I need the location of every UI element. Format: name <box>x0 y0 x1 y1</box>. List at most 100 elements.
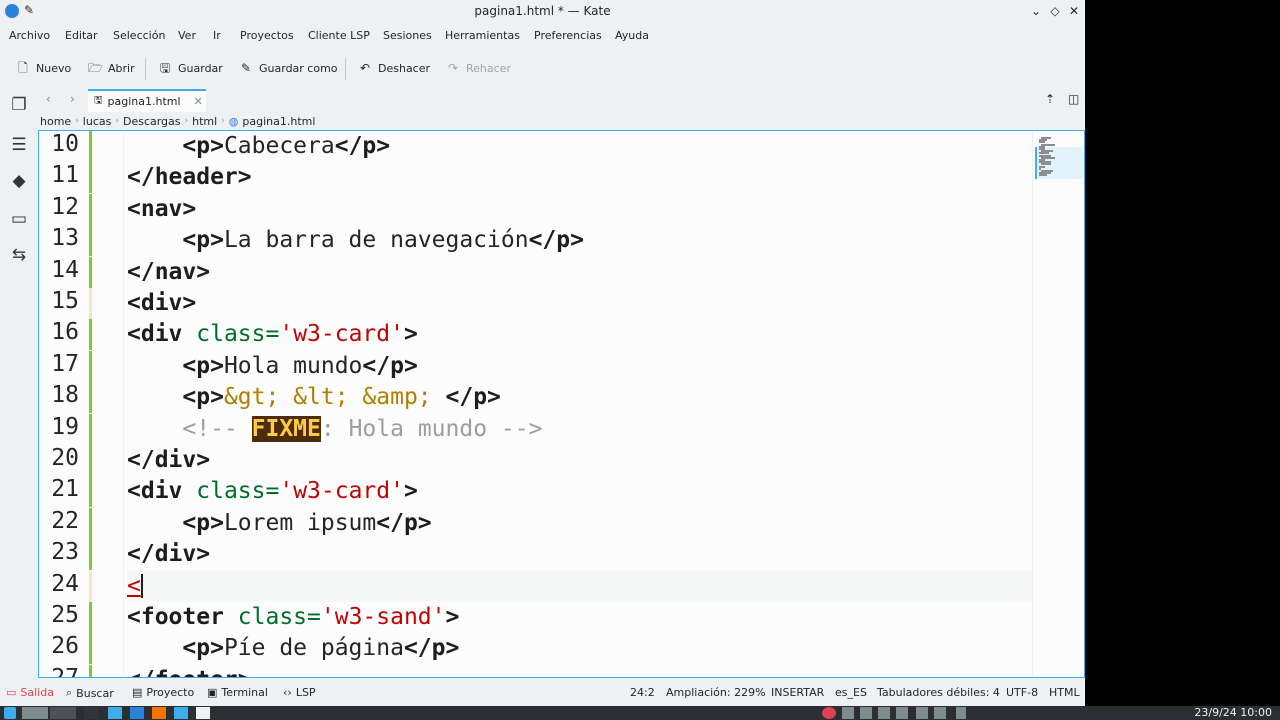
tray-icon[interactable] <box>822 707 836 719</box>
close-window-button[interactable]: ✕ <box>1065 2 1083 20</box>
git-icon[interactable]: ◆ <box>8 170 30 192</box>
kate-task-icon[interactable] <box>196 707 210 719</box>
close-tab-icon[interactable]: ✕ <box>194 95 203 108</box>
syntax-mode[interactable]: HTML <box>1049 686 1080 699</box>
code-line[interactable]: <nav> <box>127 194 1032 225</box>
zoom-level[interactable]: Ampliación: 229% <box>666 686 766 699</box>
taskbar-clock[interactable]: 23/9/24 10:00 <box>1194 706 1272 719</box>
files-icon[interactable] <box>130 707 144 719</box>
line-number[interactable]: 22 <box>39 508 79 534</box>
undo-button[interactable]: ↶ Deshacer <box>358 57 430 79</box>
line-number[interactable]: 25 <box>39 602 79 628</box>
breadcrumb-file[interactable]: pagina1.html <box>242 115 315 128</box>
documents-icon[interactable]: ❐ <box>8 94 30 116</box>
line-number[interactable]: 21 <box>39 476 79 502</box>
code-line[interactable]: <!-- FIXME: Hola mundo --> <box>127 414 1032 445</box>
task-icon[interactable] <box>84 707 98 719</box>
input-mode[interactable]: INSERTAR <box>771 686 824 699</box>
line-number[interactable]: 11 <box>39 162 79 188</box>
lsp-toggle[interactable]: ‹› LSP <box>283 686 316 699</box>
minimize-button[interactable]: ⌄ <box>1027 2 1045 20</box>
dictionary-language[interactable]: es_ES <box>835 686 867 699</box>
chevron-up-icon[interactable] <box>956 707 966 719</box>
line-number[interactable]: 14 <box>39 257 79 283</box>
firefox-icon[interactable] <box>152 707 166 719</box>
code-line[interactable]: <footer class='w3-sand'> <box>127 602 1032 633</box>
volume-icon[interactable] <box>934 707 946 719</box>
line-number[interactable]: 13 <box>39 225 79 251</box>
keep-above-button[interactable]: ◇ <box>1046 2 1064 20</box>
tray-icon[interactable] <box>896 707 908 719</box>
breadcrumb-html[interactable]: html <box>192 115 217 128</box>
desktop-pager-2[interactable] <box>50 707 76 719</box>
editor-view[interactable]: 10 11 12 13 14 15 16 17 18 19 20 21 22 23 24 25 26 27 <p>… <box>38 130 1085 678</box>
line-number[interactable]: 24 <box>39 571 79 597</box>
encoding[interactable]: UTF-8 <box>1006 686 1038 699</box>
save-button[interactable]: 🖫 Guardar <box>158 57 223 79</box>
symbols-list-icon[interactable]: ☰ <box>8 134 30 156</box>
menu-editar[interactable]: Editar <box>65 29 98 42</box>
terminal-toggle[interactable]: ▣ Terminal <box>207 686 268 699</box>
code-line[interactable]: <div class='w3-card'> <box>127 319 1032 350</box>
code-line[interactable]: <p>Píe de página</p> <box>127 633 1032 664</box>
code-line[interactable]: <div class='w3-card'> <box>127 476 1032 507</box>
output-toggle[interactable]: ▭ Salida <box>6 686 54 699</box>
clipboard-tray-icon[interactable] <box>842 707 854 719</box>
breadcrumb-lucas[interactable]: lucas <box>83 115 112 128</box>
tray-icon[interactable] <box>860 707 872 719</box>
code-line[interactable]: <p>&gt; &lt; &amp; </p> <box>127 382 1032 413</box>
code-line[interactable]: <p>Hola mundo</p> <box>127 351 1032 382</box>
code-line[interactable]: </header> <box>127 162 1032 193</box>
filesystem-browser-icon[interactable]: ▭ <box>8 208 30 230</box>
menu-preferencias[interactable]: Preferencias <box>534 29 602 42</box>
line-number-gutter[interactable]: 10 11 12 13 14 15 16 17 18 19 20 21 22 23 24 25 26 27 <box>39 131 125 677</box>
line-number[interactable]: 27 <box>39 665 79 677</box>
save-as-button[interactable]: ✎ Guardar como <box>239 57 338 79</box>
code-line[interactable]: <p>La barra de navegación</p> <box>127 225 1032 256</box>
code-line[interactable]: <p>Cabecera</p> <box>127 131 1032 162</box>
line-number[interactable]: 10 <box>39 131 79 157</box>
menu-archivo[interactable]: Archivo <box>9 29 50 42</box>
breadcrumb-home[interactable]: home <box>40 115 71 128</box>
search-toggle[interactable]: ⌕ Buscar <box>66 686 114 700</box>
open-button[interactable]: 🗁 Abrir <box>88 57 135 79</box>
line-number[interactable]: 16 <box>39 319 79 345</box>
minimap-scrollbar[interactable] <box>1032 131 1084 677</box>
code-line[interactable]: </footer> <box>127 665 1032 677</box>
line-number[interactable]: 23 <box>39 539 79 565</box>
menu-cliente-lsp[interactable]: Cliente LSP <box>308 29 370 42</box>
menu-herramientas[interactable]: Herramientas <box>445 29 520 42</box>
code-line[interactable]: </div> <box>127 445 1032 476</box>
line-number[interactable]: 12 <box>39 194 79 220</box>
line-number[interactable]: 18 <box>39 382 79 408</box>
menu-ayuda[interactable]: Ayuda <box>615 29 649 42</box>
line-number[interactable]: 26 <box>39 633 79 659</box>
projects-icon[interactable]: ⇆ <box>8 244 30 266</box>
code-line[interactable]: < <box>127 570 1032 602</box>
code-line[interactable]: <p>Lorem ipsum</p> <box>127 508 1032 539</box>
browser-icon[interactable] <box>174 707 188 719</box>
back-arrow-icon[interactable]: ‹ <box>46 92 51 106</box>
project-toggle[interactable]: ▤ Proyecto <box>132 686 194 699</box>
tray-icon[interactable] <box>878 707 890 719</box>
forward-arrow-icon[interactable]: › <box>70 92 75 106</box>
redo-button[interactable]: ↷ Rehacer <box>446 57 511 79</box>
desktop-pager[interactable] <box>22 707 48 719</box>
new-button[interactable]: 🗋 Nuevo <box>16 57 71 79</box>
menu-ver[interactable]: Ver <box>178 29 196 42</box>
cursor-position[interactable]: 24:2 <box>630 686 655 699</box>
menu-seleccion[interactable]: Selección <box>113 29 165 42</box>
menu-sesiones[interactable]: Sesiones <box>383 29 432 42</box>
breadcrumb-descargas[interactable]: Descargas <box>123 115 181 128</box>
quick-open-icon[interactable]: ⇡ <box>1045 92 1055 106</box>
line-number[interactable]: 19 <box>39 414 79 440</box>
code-area[interactable]: <p>Cabecera</p> </header> <nav> <p>La barr… <box>127 131 1032 677</box>
line-number[interactable]: 20 <box>39 445 79 471</box>
line-number[interactable]: 17 <box>39 351 79 377</box>
menu-ir[interactable]: Ir <box>213 29 221 42</box>
code-line[interactable]: </div> <box>127 539 1032 570</box>
menu-proyectos[interactable]: Proyectos <box>240 29 294 42</box>
network-icon[interactable] <box>916 707 928 719</box>
code-line[interactable]: <div> <box>127 288 1032 319</box>
indentation-settings[interactable]: Tabuladores débiles: 4 <box>877 686 1000 699</box>
